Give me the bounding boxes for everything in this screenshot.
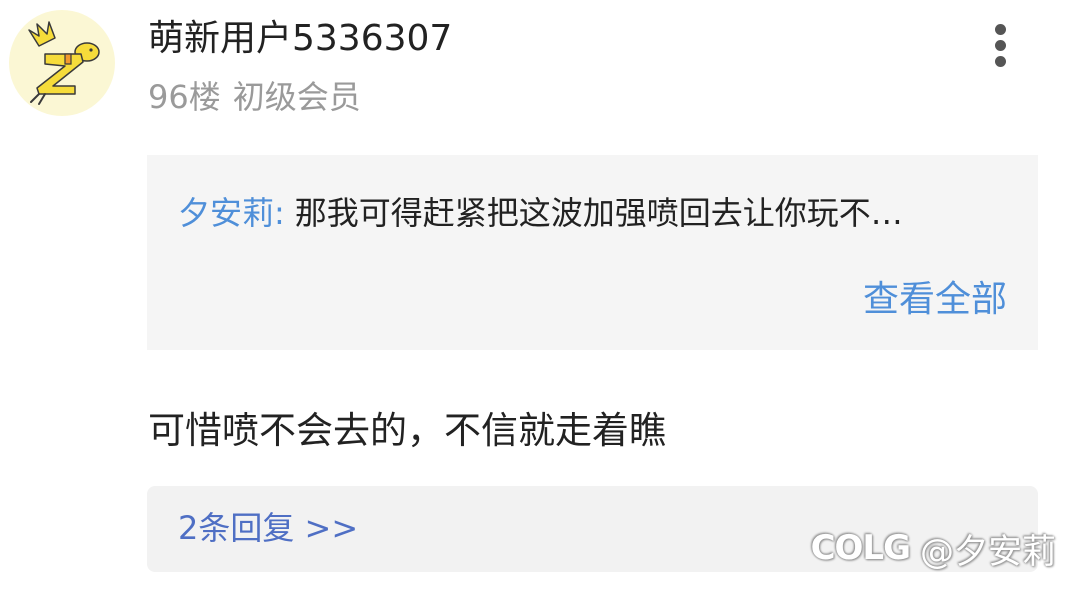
- more-options-button[interactable]: [984, 20, 1018, 70]
- colg-logo: COLG: [810, 528, 911, 568]
- username[interactable]: 萌新用户5336307: [148, 17, 452, 61]
- watermark: COLG @夕安莉: [811, 524, 1056, 572]
- quote-separator: :: [274, 194, 285, 232]
- quoted-reply[interactable]: 夕安莉: 那我可得赶紧把这波加强喷回去让你玩不… 查看全部: [147, 155, 1038, 350]
- view-all-link[interactable]: 查看全部: [863, 277, 1007, 323]
- more-vertical-icon: [995, 56, 1006, 67]
- user-level: 初级会员: [232, 78, 361, 116]
- quote-author[interactable]: 夕安莉: [178, 194, 274, 232]
- post-meta: 96楼 初级会员: [148, 76, 361, 118]
- avatar[interactable]: [9, 10, 115, 116]
- floor-number: 96楼: [148, 78, 221, 116]
- yellow-cartoon-avatar-icon: [28, 21, 100, 105]
- quote-line: 夕安莉: 那我可得赶紧把这波加强喷回去让你玩不…: [178, 191, 1008, 235]
- more-vertical-icon: [995, 40, 1006, 51]
- watermark-text: @夕安莉: [920, 531, 1056, 572]
- quote-text: 那我可得赶紧把这波加强喷回去让你玩不…: [294, 194, 903, 232]
- replies-link[interactable]: 2条回复 >>: [178, 506, 358, 550]
- comment-text: 可惜喷不会去的，不信就走着瞧: [148, 409, 666, 452]
- more-vertical-icon: [995, 24, 1006, 35]
